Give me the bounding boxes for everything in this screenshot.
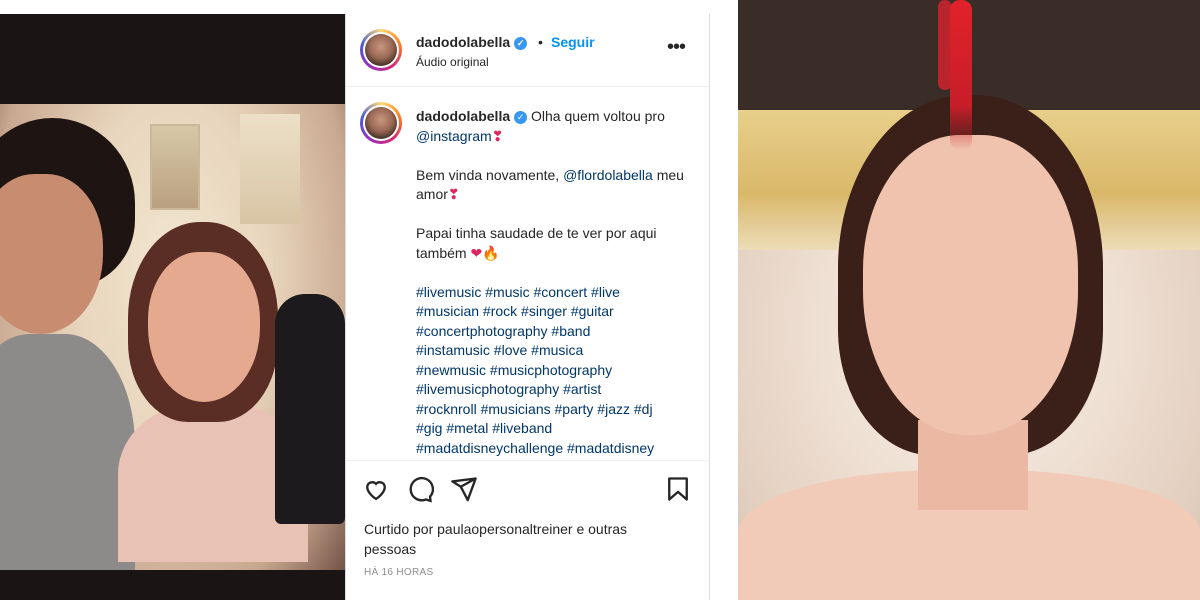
caption-text-4: Papai tinha saudade de te ver por aqui t… — [416, 225, 657, 261]
right-photo — [738, 0, 1200, 600]
audio-label[interactable]: Áudio original — [416, 55, 489, 69]
wall-panel — [240, 114, 300, 224]
post-username[interactable]: dadodolabella ✓ — [416, 34, 528, 50]
likes-text[interactable]: Curtido por paulaopersonaltreiner e outr… — [364, 519, 664, 559]
hashtag-line[interactable]: #livemusicphotography #artist — [416, 380, 691, 400]
separator-dot: • — [538, 34, 543, 50]
hashtag-line[interactable]: #madatdisneychallenge #madatdisney — [416, 439, 691, 459]
wall-picture — [150, 124, 200, 210]
video-dark-top — [0, 14, 345, 104]
caption-text-2: Bem vinda novamente, — [416, 166, 560, 183]
post-caption: dadodolabella ✓ Olha quem voltou pro @ins… — [416, 107, 691, 458]
mention-flordolabella[interactable]: @flordolabella — [563, 167, 653, 183]
heart-icon[interactable] — [362, 475, 390, 503]
hashtag-line[interactable]: #musician #rock #singer #guitar — [416, 302, 691, 322]
send-icon[interactable] — [450, 475, 478, 503]
man-shirt — [0, 334, 135, 600]
caption-text-1: Olha quem voltou pro — [531, 108, 665, 124]
hashtag-line[interactable]: #newmusic #musicphotography — [416, 361, 691, 381]
avatar[interactable] — [360, 29, 402, 71]
verified-badge-icon: ✓ — [514, 37, 528, 50]
hashtag-line[interactable]: #concertphotography #band — [416, 322, 691, 342]
caption-avatar[interactable] — [360, 102, 402, 144]
girl-face — [148, 252, 260, 402]
post-actions-bar — [346, 460, 709, 517]
comment-icon[interactable] — [406, 475, 435, 503]
hashtag-line[interactable]: #instamusic #love #musica — [416, 341, 691, 361]
girl-face — [863, 135, 1078, 435]
hashtag-line[interactable]: #gig #metal #liveband — [416, 419, 691, 439]
video-dark-bottom — [0, 570, 345, 600]
instagram-post-card: dadodolabella ✓ • Seguir Áudio original •… — [345, 14, 710, 600]
hashtag-line[interactable]: #livemusic #music #concert #live — [416, 283, 691, 303]
bookmark-icon[interactable] — [664, 475, 692, 503]
mention-instagram[interactable]: @instagram — [416, 128, 492, 144]
red-paint-streak — [950, 0, 972, 150]
heart-exclamation-icon: ❣ — [447, 186, 460, 202]
hashtag-list: #livemusic #music #concert #live #musici… — [416, 283, 691, 459]
caption-username[interactable]: dadodolabella — [416, 108, 510, 124]
post-header: dadodolabella ✓ • Seguir Áudio original •… — [346, 14, 709, 87]
fire-icon: 🔥 — [482, 244, 500, 261]
heart-icon: ❤ — [470, 244, 483, 261]
hashtag-line[interactable]: #rocknroll #musicians #party #jazz #dj — [416, 400, 691, 420]
post-timestamp[interactable]: HÁ 16 HORAS — [364, 567, 433, 578]
heart-exclamation-icon: ❣ — [491, 127, 504, 144]
follow-button[interactable]: Seguir — [551, 34, 595, 50]
verified-badge-icon: ✓ — [514, 111, 528, 124]
more-options-icon[interactable]: ••• — [664, 36, 688, 60]
left-video-frame — [0, 14, 345, 600]
microphone — [275, 294, 345, 524]
caption-area: dadodolabella ✓ Olha quem voltou pro @ins… — [346, 87, 709, 467]
